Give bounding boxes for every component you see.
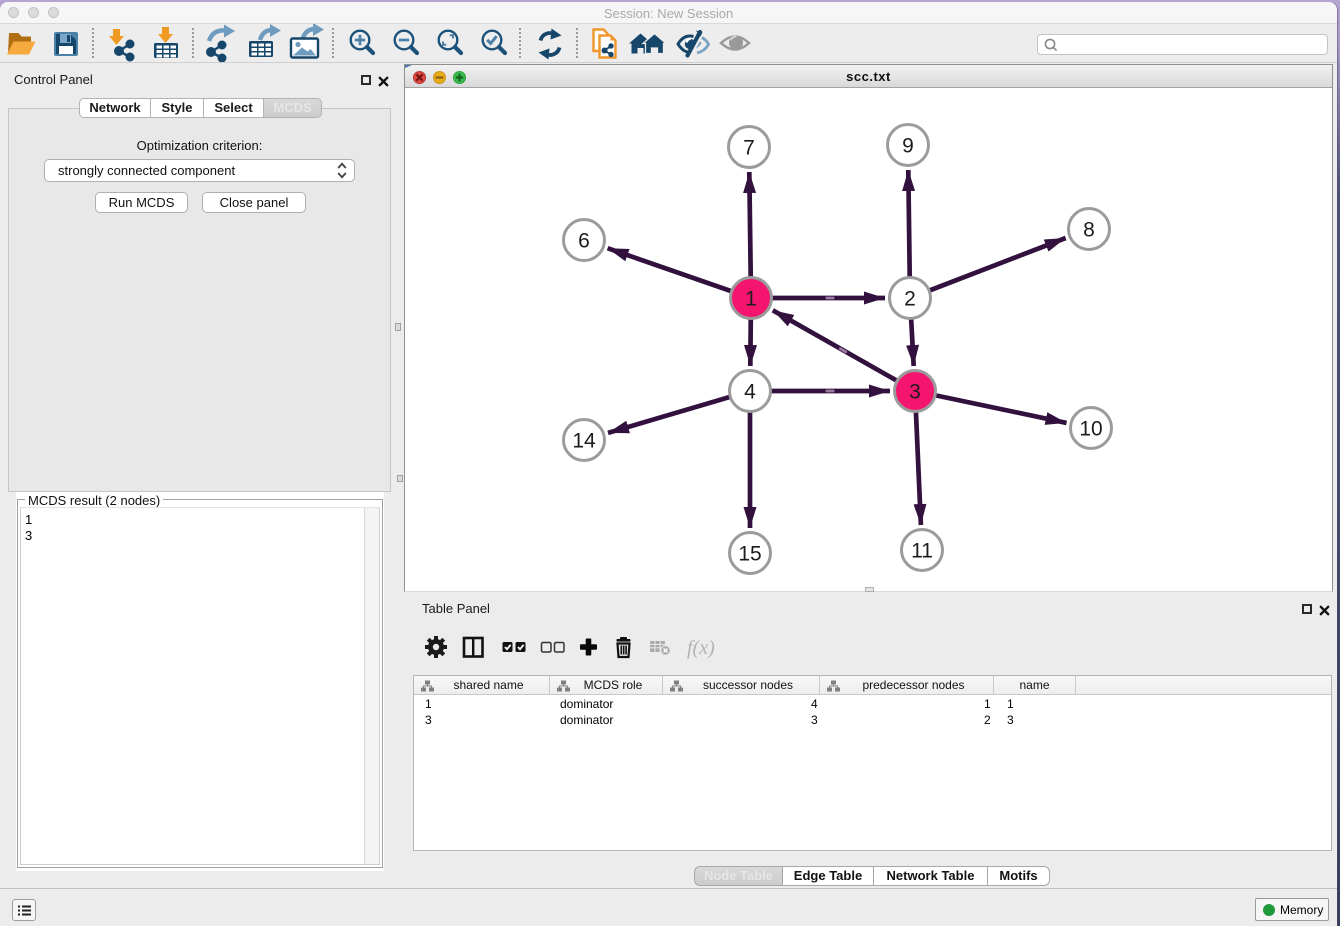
svg-text:9: 9 [902,135,914,158]
svg-text:4: 4 [744,381,756,404]
svg-text:6: 6 [578,230,590,253]
svg-text:1: 1 [745,288,757,311]
svg-text:15: 15 [738,543,761,566]
svg-text:3: 3 [909,381,921,404]
svg-text:7: 7 [743,137,755,160]
svg-text:2: 2 [904,288,916,311]
svg-text:14: 14 [572,430,596,453]
svg-text:11: 11 [911,540,933,563]
svg-text:8: 8 [1083,219,1095,242]
svg-text:f(x): f(x) [687,637,715,659]
svg-text:10: 10 [1079,418,1102,441]
